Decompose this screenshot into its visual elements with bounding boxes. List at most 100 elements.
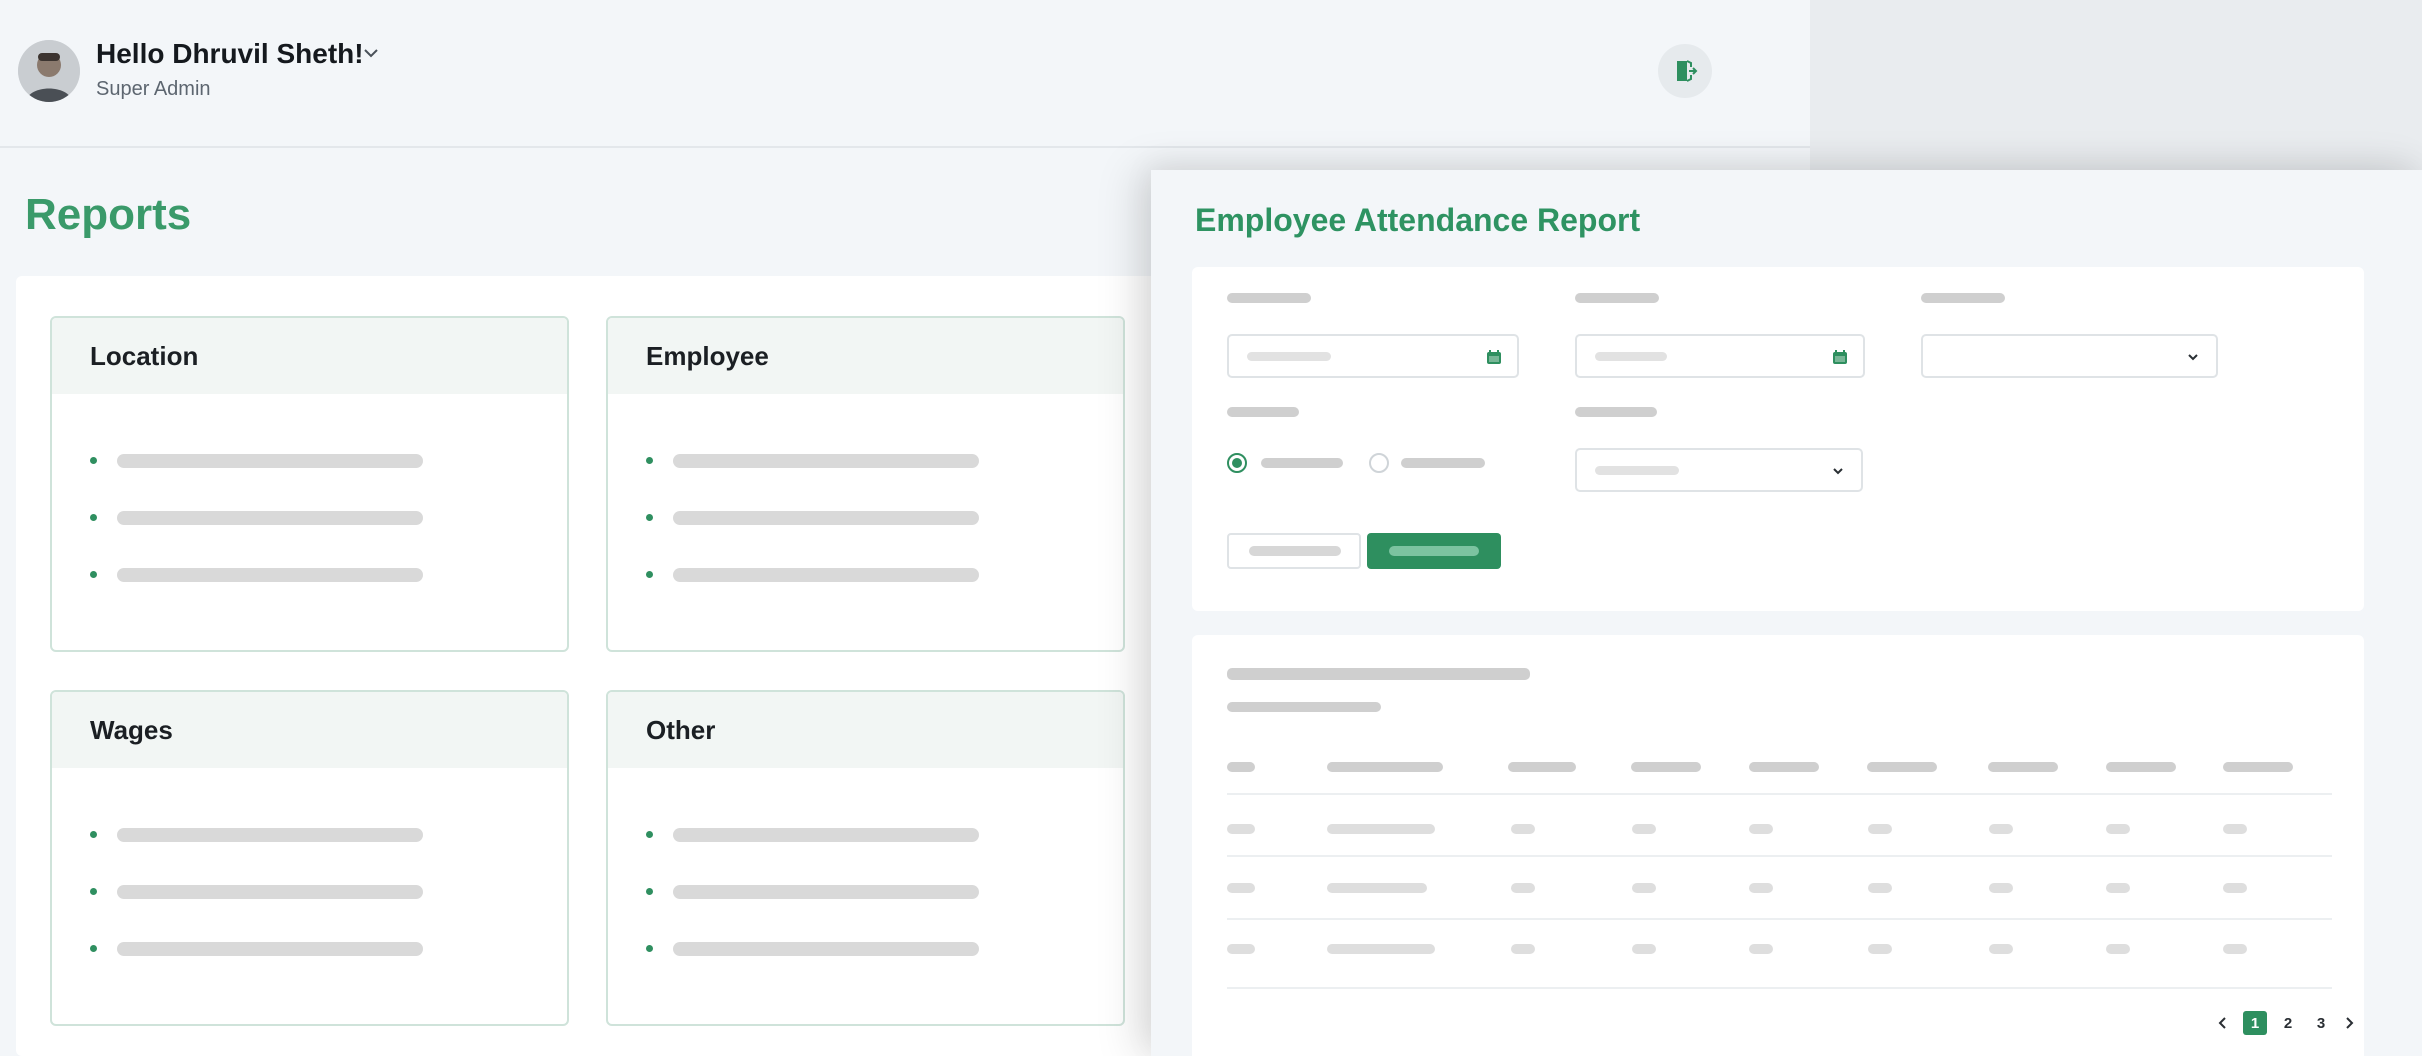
results-title-placeholder — [1227, 668, 1530, 680]
column-header — [1227, 762, 1255, 772]
table-cell — [1868, 883, 1892, 893]
report-link-list — [608, 394, 1123, 603]
bullet — [90, 571, 97, 578]
bullet — [646, 457, 653, 464]
report-link[interactable] — [608, 863, 1123, 920]
report-link-list — [52, 768, 567, 977]
table-cell — [1868, 944, 1892, 954]
report-category-card: Employee — [606, 316, 1125, 652]
column-header — [1631, 762, 1701, 772]
report-link-placeholder — [673, 567, 979, 582]
column-header — [1508, 762, 1576, 772]
table-cell — [1511, 824, 1535, 834]
report-link-placeholder — [117, 453, 423, 468]
end-date-input[interactable] — [1575, 334, 1865, 378]
table-cell — [1632, 824, 1656, 834]
column-header — [2223, 762, 2293, 772]
table-cell — [2223, 824, 2247, 834]
bullet — [90, 831, 97, 838]
table-cell — [2223, 883, 2247, 893]
report-link[interactable] — [52, 432, 567, 489]
user-role: Super Admin — [96, 78, 211, 100]
card-title: Other — [608, 692, 1123, 768]
start-date-input[interactable] — [1227, 334, 1519, 378]
report-link-placeholder — [117, 941, 423, 956]
field-label-placeholder — [1575, 407, 1657, 417]
table-cell — [1989, 883, 2013, 893]
button-label-placeholder — [1249, 546, 1341, 556]
page-button-1[interactable]: 1 — [2243, 1011, 2267, 1035]
chevron-down-icon — [1833, 468, 1843, 475]
button-label-placeholder — [1389, 546, 1479, 556]
attendance-report-window: Employee Attendance Report 1 2 3 — [1151, 170, 2422, 1056]
logout-button[interactable] — [1658, 44, 1712, 98]
field-label-placeholder — [1227, 407, 1299, 417]
report-link[interactable] — [608, 489, 1123, 546]
location-select[interactable] — [1921, 334, 2218, 378]
radio-label-placeholder — [1401, 458, 1485, 468]
report-link-placeholder — [117, 510, 423, 525]
chevron-down-icon[interactable] — [362, 44, 380, 62]
chevron-left-icon[interactable] — [2214, 1014, 2232, 1032]
column-header — [1327, 762, 1443, 772]
field-label-placeholder — [1575, 293, 1659, 303]
table-cell — [1989, 824, 2013, 834]
table-cell — [1227, 883, 1255, 893]
page-button-2[interactable]: 2 — [2276, 1011, 2300, 1035]
table-cell — [1989, 944, 2013, 954]
report-link-list — [608, 768, 1123, 977]
table-cell — [2106, 883, 2130, 893]
input-placeholder — [1595, 352, 1667, 361]
calendar-icon[interactable] — [1831, 348, 1849, 366]
report-link[interactable] — [52, 546, 567, 603]
row-divider — [1227, 793, 2332, 795]
radio-option[interactable] — [1369, 453, 1389, 473]
card-title: Employee — [608, 318, 1123, 394]
report-link[interactable] — [608, 920, 1123, 977]
user-greeting: Hello Dhruvil Sheth! — [96, 38, 364, 69]
report-link[interactable] — [608, 546, 1123, 603]
report-link[interactable] — [608, 432, 1123, 489]
report-link-placeholder — [117, 884, 423, 899]
page-button-3[interactable]: 3 — [2309, 1011, 2333, 1035]
filter-form — [1192, 267, 2364, 611]
card-title: Location — [52, 318, 567, 394]
report-category-card: Location — [50, 316, 569, 652]
generate-report-button[interactable] — [1367, 533, 1501, 569]
chevron-right-icon[interactable] — [2340, 1014, 2358, 1032]
table-cell — [1868, 824, 1892, 834]
report-link[interactable] — [52, 863, 567, 920]
report-category-card: Wages — [50, 690, 569, 1026]
table-cell — [1632, 944, 1656, 954]
table-cell — [1227, 824, 1255, 834]
calendar-icon[interactable] — [1485, 348, 1503, 366]
table-cell — [1227, 944, 1255, 954]
employee-select[interactable] — [1575, 448, 1863, 492]
report-link-placeholder — [673, 884, 979, 899]
report-link-placeholder — [117, 567, 423, 582]
report-link-placeholder — [117, 827, 423, 842]
bullet — [646, 514, 653, 521]
logout-icon — [1677, 60, 1698, 82]
column-header — [1867, 762, 1937, 772]
input-placeholder — [1247, 352, 1331, 361]
avatar[interactable] — [18, 40, 80, 102]
radio-option-selected[interactable] — [1227, 453, 1247, 473]
table-cell — [1632, 883, 1656, 893]
bullet — [646, 831, 653, 838]
report-link-list — [52, 394, 567, 603]
report-link-placeholder — [673, 453, 979, 468]
results-subtitle-placeholder — [1227, 702, 1381, 712]
report-link[interactable] — [52, 920, 567, 977]
row-divider — [1227, 987, 2332, 989]
report-link[interactable] — [52, 489, 567, 546]
report-link[interactable] — [52, 806, 567, 863]
top-header: Hello Dhruvil Sheth! Super Admin — [0, 0, 1810, 148]
table-cell — [1749, 824, 1773, 834]
radio-label-placeholder — [1261, 458, 1343, 468]
table-cell — [1749, 944, 1773, 954]
report-link[interactable] — [608, 806, 1123, 863]
table-cell — [1749, 883, 1773, 893]
bullet — [90, 457, 97, 464]
reset-button[interactable] — [1227, 533, 1361, 569]
